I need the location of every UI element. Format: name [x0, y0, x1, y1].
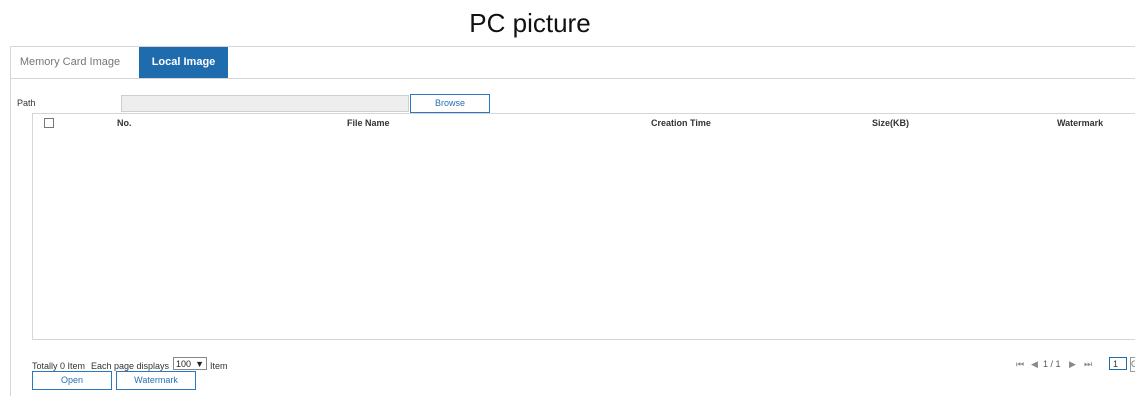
select-all-checkbox[interactable] — [44, 118, 54, 128]
column-header-no: No. — [117, 118, 132, 128]
tab-memory-card-image[interactable]: Memory Card Image — [11, 47, 129, 78]
tab-local-image[interactable]: Local Image — [139, 47, 228, 78]
column-header-file-name: File Name — [347, 118, 390, 128]
column-header-creation-time: Creation Time — [651, 118, 711, 128]
prev-page-icon[interactable]: ◀ — [1031, 359, 1038, 370]
chevron-down-icon: ▼ — [195, 359, 204, 369]
column-header-watermark: Watermark — [1057, 118, 1104, 128]
column-header-size: Size(KB) — [872, 118, 910, 128]
path-label: Path — [17, 98, 36, 108]
first-page-icon[interactable]: ⏮ — [1016, 359, 1024, 370]
page-size-value: 100 — [176, 359, 192, 369]
next-page-icon[interactable]: ▶ — [1069, 359, 1076, 370]
table-header: No. File Name Creation Time Size(KB) Wat… — [33, 114, 1135, 132]
browse-button[interactable]: Browse — [410, 94, 490, 113]
page-status: 1 / 1 — [1043, 359, 1061, 369]
go-button[interactable]: Go — [1130, 357, 1135, 372]
page-number-input[interactable]: 1 — [1109, 357, 1127, 370]
local-image-panel: Memory Card Image Local Image Path Brows… — [10, 46, 1135, 396]
total-count: Totally 0 Item — [32, 361, 86, 371]
open-button[interactable]: Open — [32, 371, 112, 390]
tab-bar: Memory Card Image Local Image — [11, 47, 1135, 79]
item-label: Item — [210, 361, 228, 371]
path-input[interactable] — [121, 95, 409, 112]
page-caption: PC picture — [469, 8, 591, 38]
image-table: No. File Name Creation Time Size(KB) Wat… — [32, 113, 1135, 340]
watermark-button[interactable]: Watermark — [116, 371, 196, 390]
last-page-icon[interactable]: ⏭ — [1084, 359, 1092, 370]
page-size-select[interactable]: 100 ▼ — [173, 357, 207, 370]
each-page-label: Each page displays — [91, 361, 170, 371]
